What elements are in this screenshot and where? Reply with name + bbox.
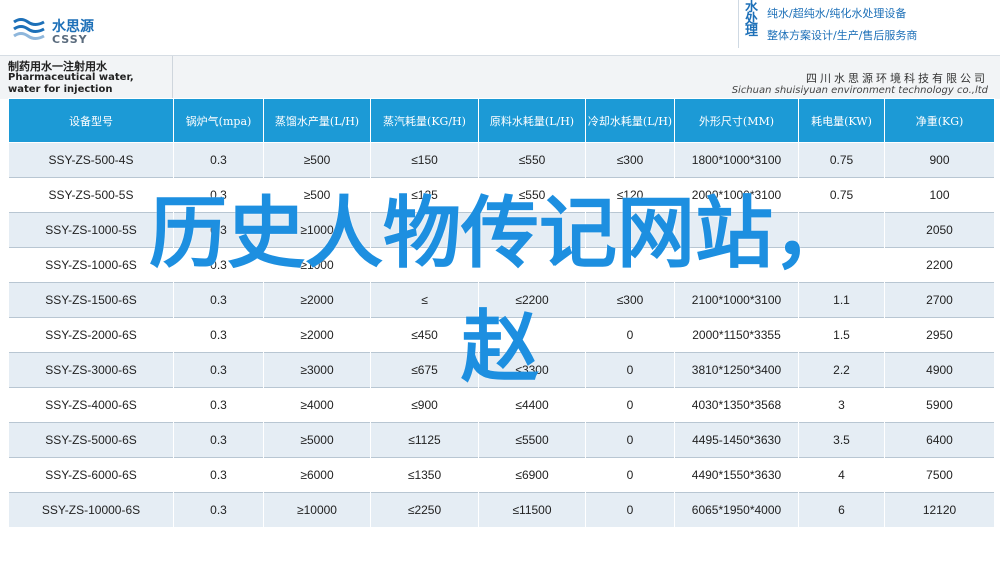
- table-cell: 7500: [884, 457, 995, 493]
- table-cell: [370, 212, 479, 248]
- table-cell: ≥10000: [263, 492, 371, 527]
- table-cell: 0.3: [173, 247, 264, 283]
- table-cell: 2050: [884, 212, 995, 248]
- table-cell: ≤550: [478, 142, 586, 178]
- table-cell: 0.3: [173, 212, 264, 248]
- logo-name-en: CSSY: [52, 33, 88, 46]
- brand-vertical-label: 水处理: [745, 0, 759, 39]
- table-cell: 0: [585, 457, 675, 493]
- company-name-en: Sichuan shuisiyuan environment technolog…: [731, 85, 988, 96]
- table-cell: SSY-ZS-5000-6S: [8, 422, 174, 458]
- table-cell: ≤2250: [370, 492, 479, 527]
- table-cell: [674, 212, 799, 248]
- col-header-weight: 净重(KG): [884, 98, 995, 143]
- table-cell: ≤550: [478, 177, 586, 213]
- overlay-headline-line2: 赵: [460, 303, 539, 393]
- table-cell: 6: [798, 492, 885, 527]
- table-cell: [674, 247, 799, 283]
- table-cell: 6065*1950*4000: [674, 492, 799, 527]
- table-cell: SSY-ZS-500-5S: [8, 177, 174, 213]
- table-cell: 0: [585, 492, 675, 527]
- table-cell: 2000*1000*3100: [674, 177, 799, 213]
- brand-slogan-line2: 整体方案设计/生产/售后服务商: [767, 29, 918, 42]
- table-cell: [585, 212, 675, 248]
- table-cell: 0.3: [173, 142, 264, 178]
- table-cell: 0.75: [798, 142, 885, 178]
- table-cell: ≥5000: [263, 422, 371, 458]
- logo[interactable]: 水思源 CSSY: [12, 14, 132, 48]
- title-bar: 制药用水一注射用水 Pharmaceutical water, water fo…: [0, 55, 1000, 99]
- table-cell: 1800*1000*3100: [674, 142, 799, 178]
- table-row: SSY-ZS-10000-6S 0.3 ≥10000 ≤2250 ≤11500 0 6065…: [8, 492, 995, 527]
- table-cell: 4490*1550*3630: [674, 457, 799, 493]
- brand-slogan: 水处理 纯水/超纯水/纯化水处理设备 整体方案设计/生产/售后服务商: [738, 0, 1000, 48]
- table-cell: ≤6900: [478, 457, 586, 493]
- table-cell: ≥1000: [263, 247, 371, 283]
- table-cell: ≥1000: [263, 212, 371, 248]
- col-header-dimensions: 外形尺寸(MM): [674, 98, 799, 143]
- product-title: 制药用水一注射用水 Pharmaceutical water, water fo…: [0, 56, 172, 99]
- table-cell: [370, 247, 479, 283]
- table-row: SSY-ZS-500-4S 0.3 ≥500 ≤150 ≤550 ≤300 1800*100…: [8, 142, 995, 178]
- col-header-boiler: 锅炉气(mpa): [173, 98, 264, 143]
- col-header-output: 蒸馏水产量(L/H): [263, 98, 371, 143]
- product-title-en: Pharmaceutical water, water for injectio…: [8, 72, 134, 95]
- col-header-power: 耗电量(KW): [798, 98, 885, 143]
- table-cell: [478, 212, 586, 248]
- table-cell: ≤5500: [478, 422, 586, 458]
- col-header-cooling: 冷却水耗量(L/H): [585, 98, 675, 143]
- col-header-steam: 蒸汽耗量(KG/H): [370, 98, 479, 143]
- table-row: SSY-ZS-6000-6S 0.3 ≥6000 ≤1350 ≤6900 0 4490*15…: [8, 457, 995, 493]
- table-cell: [585, 247, 675, 283]
- table-cell: SSY-ZS-500-4S: [8, 142, 174, 178]
- brand-slogan-line1: 纯水/超纯水/纯化水处理设备: [767, 7, 907, 20]
- table-cell: SSY-ZS-1000-5S: [8, 212, 174, 248]
- table-cell: [478, 247, 586, 283]
- table-cell: ≥6000: [263, 457, 371, 493]
- table-header-row: 设备型号 锅炉气(mpa) 蒸馏水产量(L/H) 蒸汽耗量(KG/H) 原料水耗…: [8, 98, 995, 143]
- table-cell: 0: [585, 422, 675, 458]
- table-cell: ≤1125: [370, 422, 479, 458]
- company-name-cn: 四川水思源环境科技有限公司: [806, 72, 988, 85]
- table-cell: SSY-ZS-6000-6S: [8, 457, 174, 493]
- table-cell: 0.3: [173, 492, 264, 527]
- table-row: SSY-ZS-500-5S 0.3 ≥500 ≤125 ≤550 ≤120 2000*100…: [8, 177, 995, 213]
- table-cell: ≤120: [585, 177, 675, 213]
- table-cell: 0.3: [173, 422, 264, 458]
- table-row: SSY-ZS-5000-6S 0.3 ≥5000 ≤1125 ≤5500 0 4495-14…: [8, 422, 995, 458]
- table-cell: 12120: [884, 492, 995, 527]
- logo-waves-icon: [13, 18, 45, 40]
- col-header-raw-water: 原料水耗量(L/H): [478, 98, 586, 143]
- table-cell: 2200: [884, 247, 995, 283]
- table-cell: 0.75: [798, 177, 885, 213]
- table-cell: 100: [884, 177, 995, 213]
- table-cell: ≤1350: [370, 457, 479, 493]
- table-cell: ≤11500: [478, 492, 586, 527]
- table-cell: [798, 212, 885, 248]
- title-divider: [172, 56, 173, 99]
- table-row: SSY-ZS-1000-6S 0.3 ≥1000 2200: [8, 247, 995, 283]
- col-header-model: 设备型号: [8, 98, 174, 143]
- table-cell: ≤125: [370, 177, 479, 213]
- table-cell: ≤150: [370, 142, 479, 178]
- table-cell: 0.3: [173, 177, 264, 213]
- table-cell: 6400: [884, 422, 995, 458]
- table-cell: SSY-ZS-1000-6S: [8, 247, 174, 283]
- table-cell: SSY-ZS-10000-6S: [8, 492, 174, 527]
- table-cell: ≤300: [585, 142, 675, 178]
- table-cell: 0.3: [173, 457, 264, 493]
- table-cell: ≥500: [263, 177, 371, 213]
- table-row: SSY-ZS-1000-5S 0.3 ≥1000 2050: [8, 212, 995, 248]
- table-cell: 4495-1450*3630: [674, 422, 799, 458]
- table-cell: 4: [798, 457, 885, 493]
- table-cell: ≥500: [263, 142, 371, 178]
- table-cell: [798, 247, 885, 283]
- table-cell: 3.5: [798, 422, 885, 458]
- page-header: 水思源 CSSY 水处理 纯水/超纯水/纯化水处理设备 整体方案设计/生产/售后…: [0, 0, 1000, 55]
- table-cell: 900: [884, 142, 995, 178]
